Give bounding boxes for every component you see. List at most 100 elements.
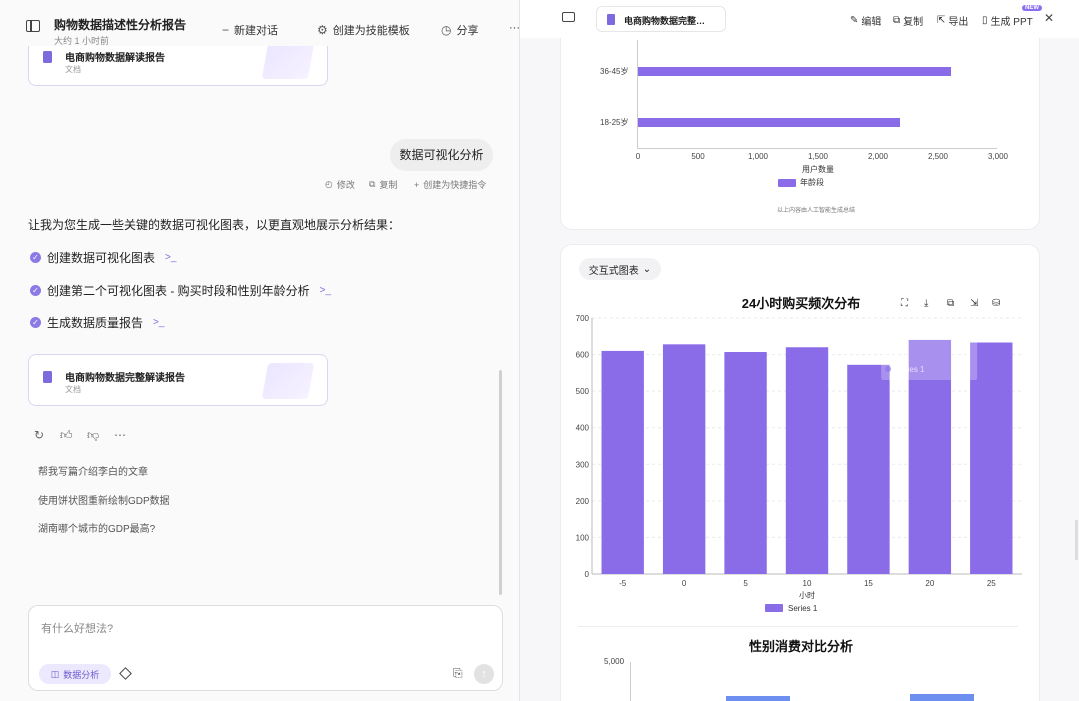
suggestion-item[interactable]: 使用饼状图重新绘制GDP数据	[38, 492, 170, 507]
new-chat-label: 新建对话	[234, 25, 279, 37]
legend[interactable]: 年龄段	[778, 177, 824, 188]
close-icon[interactable]: ✕	[1044, 11, 1054, 25]
y-tick-label: 200	[576, 497, 590, 506]
data-analysis-label: 数据分析	[63, 669, 100, 680]
doc-card-type: 文档	[65, 65, 81, 74]
copy-icon: ⧉	[369, 179, 376, 189]
x-axis-label: 小时	[799, 590, 815, 600]
copy-label: 复制	[379, 180, 398, 190]
edit-icon: ✎	[850, 15, 859, 26]
y-tick-label: 100	[576, 533, 590, 542]
fullscreen-icon[interactable]: ⛶	[901, 298, 908, 309]
x-tick-label: 5	[743, 579, 748, 588]
legend-label: 年龄段	[800, 178, 824, 187]
cube-icon[interactable]	[119, 667, 132, 680]
chevron-down-icon: ⌄	[642, 263, 652, 275]
tooltip	[881, 340, 978, 380]
step-item[interactable]: ✓ 创建第二个可视化图表 - 购买时段和性别年龄分析 >_	[30, 282, 331, 299]
new-badge: NEW	[1022, 5, 1042, 11]
more-button[interactable]: ···	[509, 22, 519, 34]
document-icon	[43, 371, 52, 383]
legend-label[interactable]: Series 1	[788, 604, 818, 613]
thumbs-up-icon[interactable]: 👍︎	[60, 428, 73, 443]
export-button[interactable]: ⇱ 导出	[937, 13, 968, 28]
chart-bar[interactable]	[662, 344, 706, 574]
send-button[interactable]: ↑	[474, 664, 494, 684]
database-icon[interactable]: ⛁	[992, 298, 1000, 309]
x-tick-label: 1,000	[747, 152, 769, 161]
x-tick-label: 2,000	[867, 152, 889, 161]
create-shortcut-button[interactable]: + 创建为快捷指令	[414, 178, 486, 191]
chart-bar[interactable]	[601, 350, 644, 574]
x-tick-label: 2,500	[927, 152, 949, 161]
chart-bar[interactable]	[847, 364, 890, 574]
share-icon: ◷	[441, 23, 452, 37]
edit-label: 编辑	[861, 17, 882, 28]
doc-card-result[interactable]: 电商购物数据完整解读报告 文档	[28, 354, 328, 406]
sidebar-toggle-icon[interactable]	[26, 20, 40, 32]
chart-bar[interactable]	[638, 67, 952, 76]
document-header: 电商购物数据完整… ✎ 编辑 ⧉ 复制 ⇱ 导出 ▯ 生成 PPT NEW ✕	[520, 0, 1079, 38]
copy-icon: ⧉	[893, 15, 901, 26]
more-options-icon[interactable]: ⋯	[114, 428, 126, 442]
edit-button[interactable]: ✎ 编辑	[850, 13, 881, 28]
copy-button[interactable]: ⧉ 复制	[893, 13, 923, 28]
chart-bar[interactable]	[724, 352, 767, 574]
edit-label: 修改	[336, 180, 355, 190]
document-scrollbar[interactable]	[1075, 520, 1078, 560]
attachment-icon[interactable]: ⎘	[453, 666, 463, 681]
document-tab[interactable]: 电商购物数据完整…	[596, 6, 726, 32]
create-template-button[interactable]: ⚙ 创建为技能模板	[317, 22, 410, 38]
copy-message-button[interactable]: ⧉ 复制	[369, 178, 397, 191]
copy-icon[interactable]: ⧉	[947, 298, 954, 309]
check-icon: ✓	[30, 317, 41, 328]
template-icon: ⚙	[317, 23, 328, 37]
check-icon: ✓	[30, 252, 41, 263]
section-divider	[578, 626, 1018, 627]
generate-ppt-button[interactable]: ▯ 生成 PPT	[982, 13, 1033, 28]
chart-bar[interactable]	[785, 347, 829, 574]
chart-type-select[interactable]: 交互式图表 ⌄	[579, 258, 661, 280]
y-tick-label: 300	[576, 460, 590, 469]
regenerate-icon[interactable]: ↻	[34, 428, 44, 442]
chart-icon: ◫	[50, 668, 60, 679]
doc-thumbnail	[261, 46, 315, 79]
legend-swatch	[778, 178, 796, 187]
data-analysis-chip[interactable]: ◫ 数据分析	[39, 664, 111, 684]
suggestion-item[interactable]: 湖南哪个城市的GDP最高?	[38, 520, 155, 535]
document-panel: 电商购物数据完整… ✎ 编辑 ⧉ 复制 ⇱ 导出 ▯ 生成 PPT NEW ✕ …	[520, 0, 1079, 701]
edit-message-button[interactable]: ◴ 修改	[325, 178, 355, 191]
suggestion-item[interactable]: 帮我写篇介绍李白的文章	[38, 463, 148, 478]
chat-scrollbar[interactable]	[499, 370, 502, 595]
tooltip-series: Series 1	[895, 365, 925, 374]
new-chat-button[interactable]: − 新建对话	[222, 22, 278, 38]
terminal-icon: >_	[153, 317, 165, 328]
document-tab-label: 电商购物数据完整…	[624, 16, 706, 26]
legend-swatch	[765, 604, 783, 612]
step-item[interactable]: ✓ 生成数据质量报告 >_	[30, 314, 164, 331]
x-axis-label: 用户数量	[802, 165, 834, 174]
export-icon: ⇱	[937, 15, 946, 26]
chart-bar[interactable]	[638, 118, 900, 127]
message-input[interactable]: 有什么好想法? ◫ 数据分析 ⎘ ↑	[28, 605, 503, 691]
doc-card-top[interactable]: 电商购物数据解读报告 文档	[28, 46, 328, 86]
x-tick-label: 15	[864, 579, 873, 588]
chart-bar[interactable]	[726, 696, 790, 701]
x-tick-label: 3,000	[987, 152, 1009, 161]
x-tick-label: 25	[987, 579, 996, 588]
chart-bar[interactable]	[910, 694, 974, 701]
share-button[interactable]: ◷ 分享	[441, 22, 478, 38]
x-tick-label: 0	[635, 152, 641, 161]
terminal-icon: >_	[319, 285, 332, 296]
step-item[interactable]: ✓ 创建数据可视化图表 >_	[30, 249, 176, 266]
ai-note: 以上内容由人工智能生成总结	[776, 208, 856, 214]
download-icon[interactable]: ⤓	[924, 298, 928, 309]
y-tick-label: 600	[576, 351, 590, 360]
export-label: 导出	[948, 17, 969, 28]
minus-icon: −	[222, 23, 230, 37]
y-tick-label: 400	[576, 424, 590, 433]
folder-icon[interactable]	[562, 12, 575, 22]
edit-icon: ◴	[325, 179, 333, 189]
compress-icon[interactable]: ⇲	[970, 298, 978, 309]
thumbs-down-icon[interactable]: 👎︎	[87, 428, 99, 443]
